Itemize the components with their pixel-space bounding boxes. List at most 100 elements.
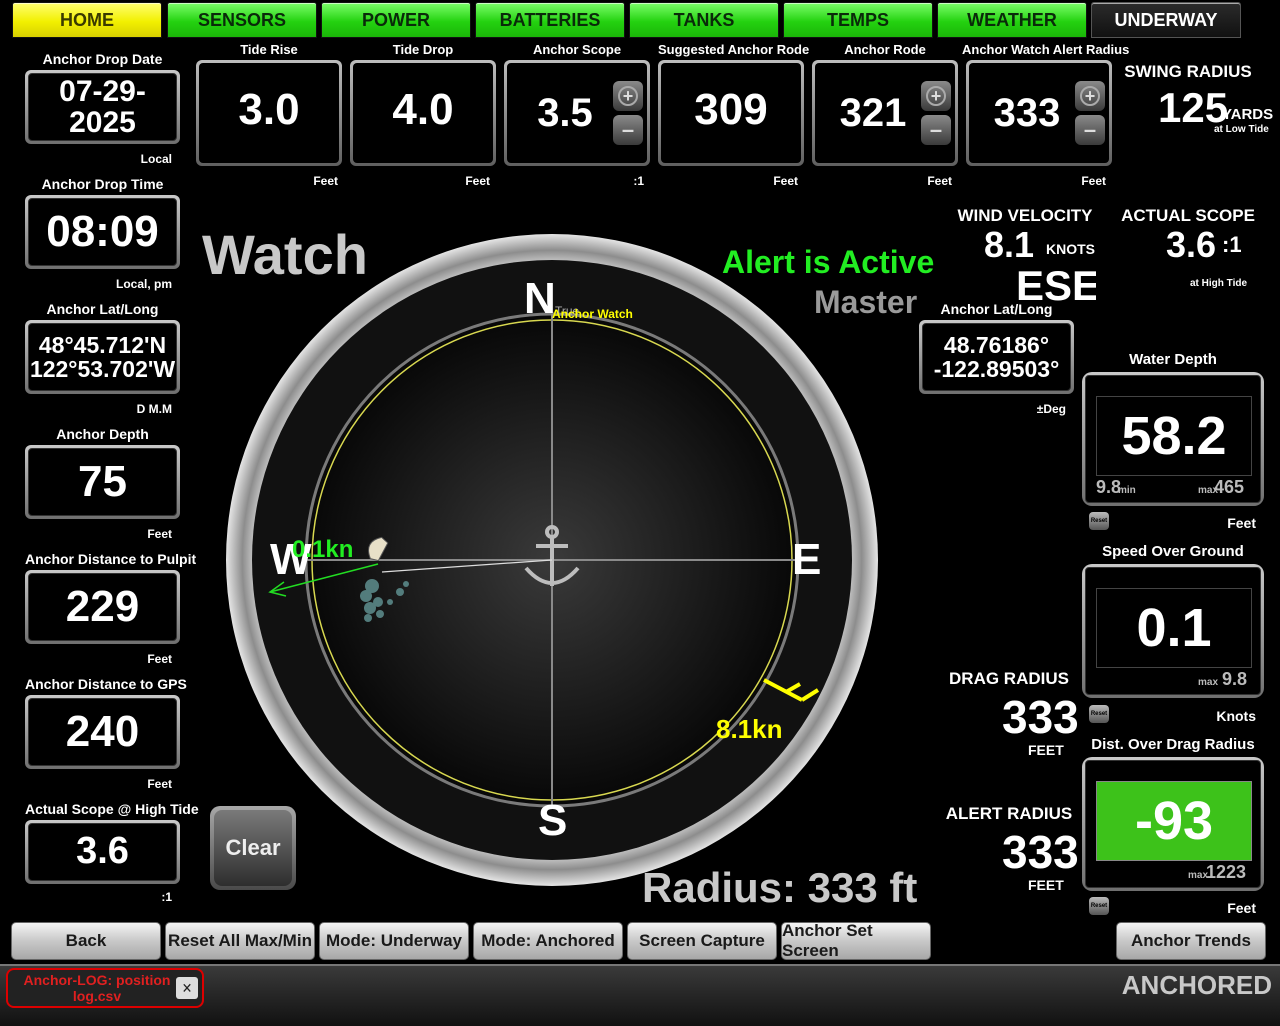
sog-unit: Knots: [1216, 708, 1256, 724]
water-depth-unit: Feet: [1227, 515, 1256, 531]
suggested-rode-box: 309: [658, 60, 804, 166]
tide-drop-unit: Feet: [465, 174, 490, 188]
water-depth-min: 9.8: [1096, 477, 1122, 497]
anchor-scope-plus-button[interactable]: +: [613, 81, 643, 111]
tide-rise-box: 3.0: [196, 60, 342, 166]
drop-time-label: Anchor Drop Time: [41, 176, 164, 192]
alert-radius-label: ALERT RADIUS: [945, 804, 1073, 823]
scope-high-unit: :1: [161, 890, 172, 904]
deg-latlong-box: 48.76186° -122.89503°: [919, 320, 1074, 394]
tab-underway[interactable]: UNDERWAY: [1091, 2, 1241, 38]
plus-icon: +: [926, 86, 946, 106]
swing-radius-unit: YARDS: [1222, 106, 1274, 123]
anchor-scope-minus-button[interactable]: –: [613, 115, 643, 145]
screen-capture-button[interactable]: Screen Capture: [627, 922, 777, 960]
wind-velocity-unit: KNOTS: [1046, 241, 1095, 257]
deg-latlong-unit: ±Deg: [1036, 402, 1066, 416]
alert-radius-top-value: 333: [993, 91, 1061, 135]
suggested-rode-unit: Feet: [773, 174, 798, 188]
tide-drop-label: Tide Drop: [392, 42, 454, 57]
sog-reset-button[interactable]: Reset: [1089, 705, 1109, 723]
dist-pulpit-unit: Feet: [147, 652, 172, 666]
tab-home[interactable]: HOME: [12, 2, 162, 38]
anchor-rode-minus-button[interactable]: –: [921, 115, 951, 145]
alert-radius-value: 333: [1002, 826, 1079, 878]
minus-icon: –: [1083, 117, 1097, 142]
tab-temps[interactable]: TEMPS: [783, 2, 933, 38]
back-button[interactable]: Back: [11, 922, 161, 960]
drop-date-unit: Local: [140, 152, 172, 166]
clear-button[interactable]: Clear: [210, 806, 296, 890]
scope-high-value: 3.6: [28, 823, 177, 881]
anchor-rode-plus-button[interactable]: +: [921, 81, 951, 111]
tide-drop-box: 4.0: [350, 60, 496, 166]
anchor-depth-box: 75: [25, 445, 180, 519]
swing-radius-sub: at Low Tide: [1214, 124, 1269, 135]
anchor-watch-label: Anchor Watch: [552, 307, 633, 321]
deg-latlong-label: Anchor Lat/Long: [940, 301, 1053, 317]
tide-rise-value: 3.0: [238, 85, 300, 134]
deg-lon: -122.89503°: [933, 356, 1060, 382]
close-icon[interactable]: ✕: [176, 977, 198, 999]
mode-underway-button[interactable]: Mode: Underway: [319, 922, 469, 960]
alert-radius-plus-button[interactable]: +: [1075, 81, 1105, 111]
dist-pulpit-label: Anchor Distance to Pulpit: [25, 551, 197, 567]
sog-max: 9.8: [1222, 669, 1248, 689]
drop-time-box: 08:09: [25, 195, 180, 269]
swing-radius-label: SWING RADIUS: [1124, 62, 1252, 81]
wind-velocity-value: 8.1: [984, 224, 1035, 265]
drop-date-value: 07-29-2025: [28, 73, 177, 141]
dist-pulpit-box: 229: [25, 570, 180, 644]
log-notification-text: Anchor-LOG: position log.csv: [23, 972, 171, 1004]
water-depth-max: 465: [1214, 477, 1245, 497]
boat-speed-label: 0.1kn: [292, 536, 354, 563]
tab-tanks[interactable]: TANKS: [629, 2, 779, 38]
anchor-scope-label: Anchor Scope: [532, 42, 622, 57]
clear-button-label: Clear: [214, 810, 292, 886]
sog-value: 0.1: [1096, 588, 1252, 668]
dist-drag-max-label: max: [1188, 870, 1209, 881]
alert-radius-minus-button[interactable]: –: [1075, 115, 1105, 145]
anchor-latlong-value: 48°45.712'N 122°53.702'W: [28, 323, 177, 391]
drag-radius-value: 333: [1002, 691, 1079, 743]
tab-weather[interactable]: WEATHER: [937, 2, 1087, 38]
anchor-latlong-label: Anchor Lat/Long: [46, 301, 159, 317]
sog-max-label: max: [1198, 677, 1219, 688]
tab-power[interactable]: POWER: [321, 2, 471, 38]
reset-all-button[interactable]: Reset All Max/Min: [165, 922, 315, 960]
scope-high-box: 3.6: [25, 820, 180, 884]
wind-direction-clip: ESE: [1016, 262, 1096, 302]
anchor-scope-box: 3.5 + –: [504, 60, 650, 166]
alert-radius-top-box: 333 + –: [966, 60, 1112, 166]
dist-drag-reset-button[interactable]: Reset: [1089, 897, 1109, 915]
water-depth-box: 58.2 min 9.8 max 465: [1082, 372, 1264, 506]
drag-radius-unit: FEET: [1028, 742, 1064, 758]
alert-radius-top-unit: Feet: [1081, 174, 1106, 188]
anchor-trends-button[interactable]: Anchor Trends: [1116, 922, 1266, 960]
dist-drag-box: -93 max 1223: [1082, 757, 1264, 891]
tab-batteries[interactable]: BATTERIES: [475, 2, 625, 38]
anchor-rode-label: Anchor Rode: [844, 42, 926, 57]
deg-latlong-value: 48.76186° -122.89503°: [922, 323, 1071, 391]
sog-box: 0.1 max 9.8: [1082, 564, 1264, 698]
dist-gps-label: Anchor Distance to GPS: [25, 676, 187, 692]
mode-anchored-button[interactable]: Mode: Anchored: [473, 922, 623, 960]
radius-text: Radius: 333 ft: [642, 864, 918, 911]
water-depth-label: Water Depth: [1129, 351, 1217, 368]
water-depth-reset-button[interactable]: Reset: [1089, 512, 1109, 530]
actual-scope-unit: :1: [1222, 232, 1242, 257]
deg-lat: 48.76186°: [943, 331, 1050, 358]
compass-east-label: E: [792, 535, 822, 584]
mode-status: ANCHORED: [1121, 970, 1272, 1000]
anchor-rode-box: 321 + –: [812, 60, 958, 166]
anchor-set-screen-button[interactable]: Anchor Set Screen: [781, 921, 931, 960]
water-depth-value: 58.2: [1096, 396, 1252, 476]
compass-south-label: S: [538, 796, 568, 845]
tide-rise-label: Tide Rise: [240, 42, 298, 57]
minus-icon: –: [929, 117, 943, 142]
scope-high-label: Actual Scope @ High Tide: [25, 801, 199, 817]
tide-rise-unit: Feet: [313, 174, 338, 188]
wind-speed-label: 8.1kn: [716, 714, 783, 744]
tab-sensors[interactable]: SENSORS: [167, 2, 317, 38]
suggested-rode-label: Suggested Anchor Rode: [658, 42, 810, 57]
